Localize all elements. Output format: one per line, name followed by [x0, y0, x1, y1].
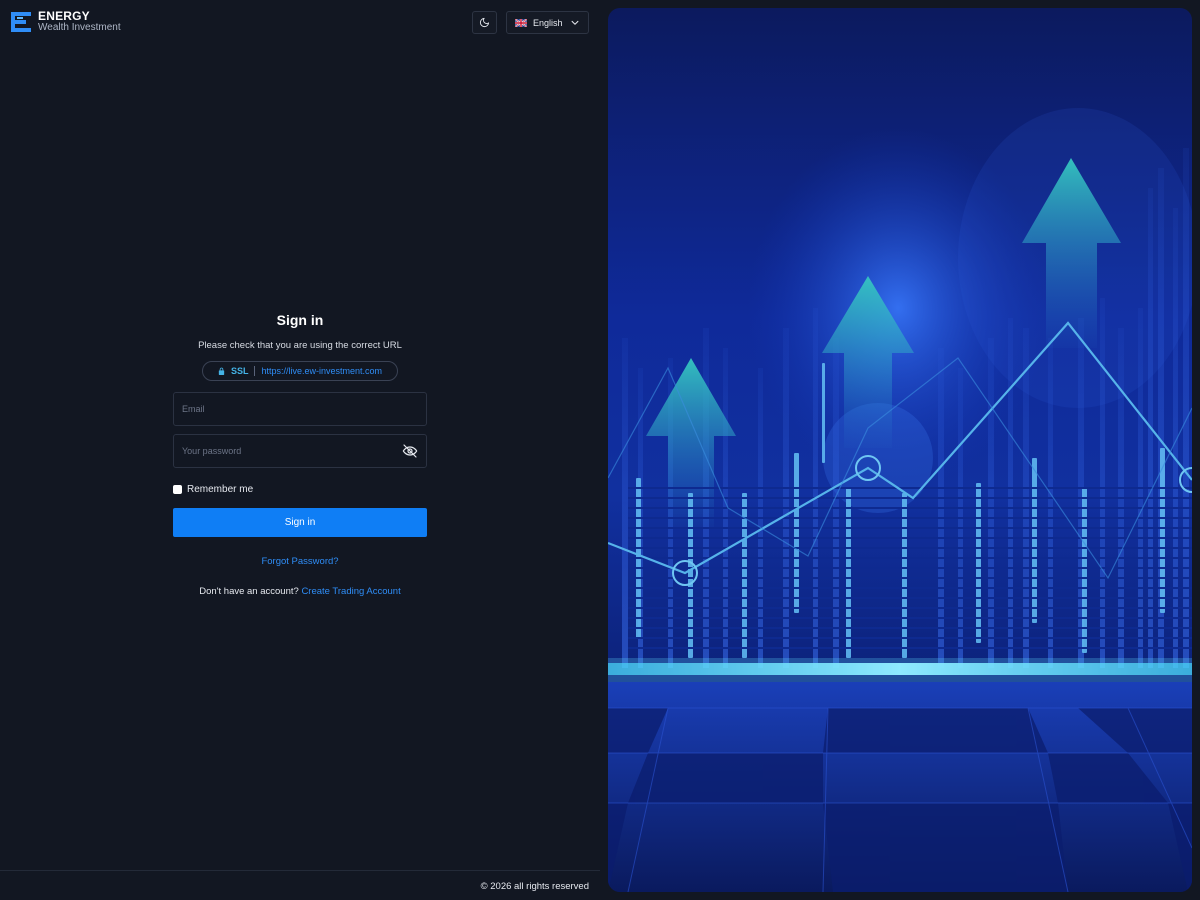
- language-label: English: [533, 17, 563, 28]
- remember-me-label: Remember me: [187, 484, 254, 495]
- no-account-text: Don't have an account?: [199, 586, 299, 597]
- password-field-wrapper: [173, 434, 427, 468]
- chevron-down-icon: [571, 20, 579, 25]
- brand-logo[interactable]: ENERGY Wealth Investment: [10, 10, 121, 34]
- url-warning-text: Please check that you are using the corr…: [198, 340, 402, 351]
- signin-form: Sign in Please check that you are using …: [173, 312, 427, 597]
- ssl-url: https://live.ew-investment.com: [261, 366, 383, 376]
- brand-title: ENERGY: [38, 9, 90, 23]
- energy-logo-icon: [11, 12, 31, 32]
- signin-button[interactable]: Sign in: [173, 508, 427, 537]
- trading-chart-illustration: [608, 108, 1192, 892]
- language-select[interactable]: English: [506, 11, 589, 34]
- remember-me-checkbox[interactable]: [173, 485, 182, 494]
- create-account-link[interactable]: Create Trading Account: [301, 586, 400, 597]
- ssl-divider: [254, 366, 256, 376]
- password-input[interactable]: [182, 446, 402, 456]
- footer-divider: [0, 870, 600, 871]
- create-account-prompt: Don't have an account? Create Trading Ac…: [173, 586, 427, 597]
- email-field-wrapper: [173, 392, 427, 426]
- hero-illustration: [608, 8, 1192, 892]
- forgot-password-link[interactable]: Forgot Password?: [173, 556, 427, 567]
- brand-subtitle: Wealth Investment: [38, 22, 121, 33]
- email-input[interactable]: [182, 404, 418, 414]
- moon-icon: [479, 17, 490, 28]
- uk-flag-icon: [515, 18, 527, 27]
- eye-off-icon[interactable]: [402, 443, 418, 459]
- remember-me[interactable]: Remember me: [173, 484, 427, 495]
- page-title: Sign in: [276, 312, 324, 328]
- ssl-label: SSL: [230, 366, 249, 376]
- theme-toggle-button[interactable]: [472, 11, 497, 34]
- copyright-text: © 2026 all rights reserved: [480, 881, 589, 892]
- lock-icon: [218, 367, 225, 375]
- ssl-url-badge: SSL https://live.ew-investment.com: [202, 361, 398, 381]
